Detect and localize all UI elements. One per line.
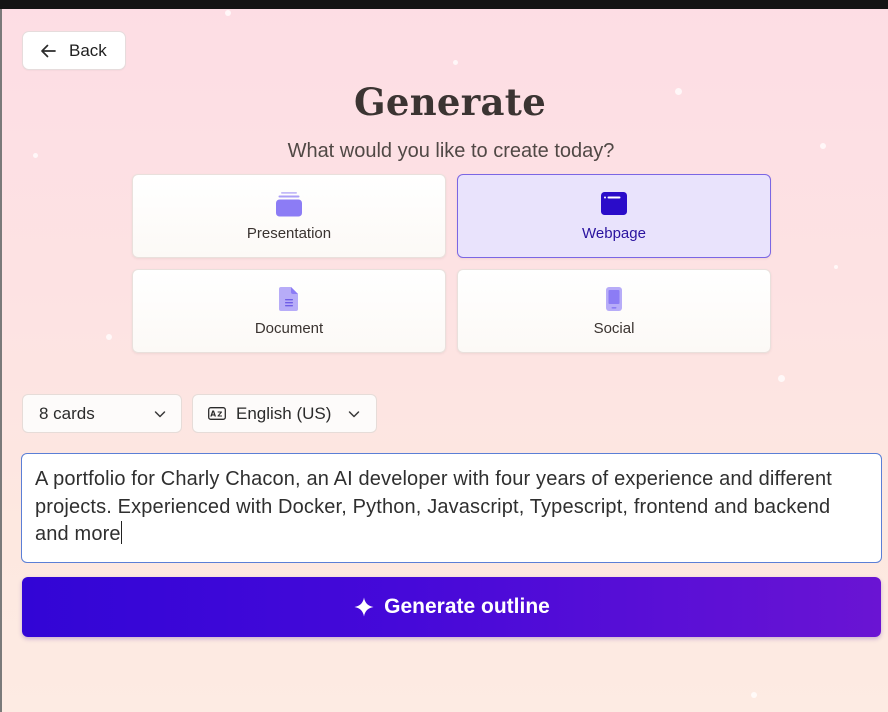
- svg-text:Z: Z: [217, 411, 222, 419]
- language-select[interactable]: A Z English (US): [192, 394, 377, 433]
- text-caret: [120, 521, 122, 544]
- background-dot: [225, 10, 231, 16]
- prompt-input[interactable]: A portfolio for Charly Chacon, an AI dev…: [21, 453, 882, 563]
- back-button[interactable]: Back: [22, 31, 126, 70]
- page-subtitle: What would you like to create today?: [287, 140, 615, 162]
- chevron-down-icon: [154, 411, 166, 418]
- arrow-left-icon: [39, 42, 57, 60]
- background-dot: [778, 375, 785, 382]
- type-card-document[interactable]: Document: [132, 269, 446, 353]
- page-title: Generate: [353, 80, 547, 124]
- language-icon: A Z: [208, 407, 226, 420]
- background-dot: [106, 334, 112, 340]
- language-value: English (US): [236, 403, 332, 423]
- type-card-label: Presentation: [246, 225, 332, 242]
- type-card-label: Webpage: [582, 225, 646, 242]
- type-card-social[interactable]: Social: [457, 269, 771, 353]
- window-top-bar: [0, 0, 888, 9]
- card-count-value: 8 cards: [39, 403, 95, 423]
- type-card-presentation[interactable]: Presentation: [132, 174, 446, 258]
- background-dot: [453, 60, 458, 65]
- chevron-down-icon: [348, 411, 360, 418]
- type-card-label: Document: [254, 320, 324, 337]
- generate-outline-label: Generate outline: [384, 595, 550, 618]
- card-count-select[interactable]: 8 cards: [22, 394, 182, 433]
- back-label: Back: [69, 40, 107, 60]
- prompt-text: A portfolio for Charly Chacon, an AI dev…: [35, 468, 832, 545]
- type-card-webpage[interactable]: Webpage: [457, 174, 771, 258]
- generate-outline-button[interactable]: Generate outline: [22, 577, 881, 637]
- svg-text:A: A: [210, 410, 216, 419]
- sparkle-icon: [353, 596, 375, 618]
- background-dot: [834, 265, 838, 269]
- presentation-icon: [275, 191, 303, 217]
- document-icon: [278, 286, 300, 312]
- background-dot: [751, 692, 757, 698]
- webpage-icon: [600, 191, 628, 217]
- social-icon: [605, 286, 623, 312]
- type-card-label: Social: [593, 320, 635, 337]
